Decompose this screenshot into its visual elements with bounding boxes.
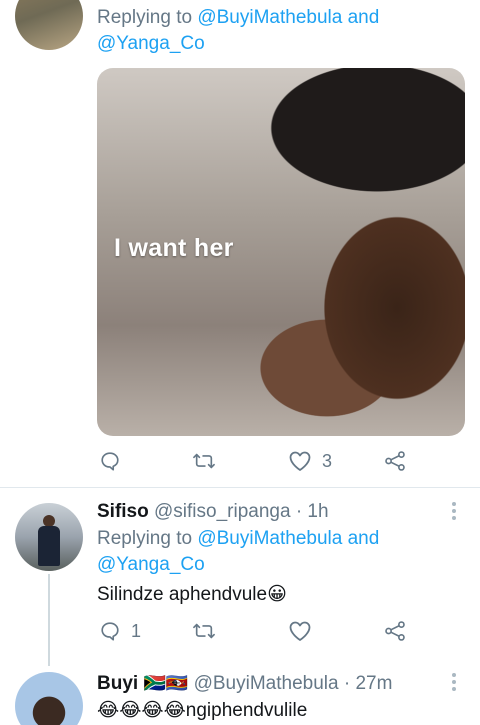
reply-count: 1 [131,620,142,641]
mention-link[interactable]: @Yanga_Co [97,31,205,57]
display-name[interactable]: Sifiso [97,501,149,522]
share-icon [385,451,405,471]
reply-button[interactable]: 1 [99,620,141,642]
divider [0,487,480,488]
mention-link[interactable]: @Yanga_Co [97,552,205,578]
reply-button[interactable] [99,450,121,472]
heart-icon [289,621,311,641]
tweet-header: Buyi 🇿🇦🇸🇿 @BuyiMathebula · 27m [97,671,392,697]
reply-icon [101,622,119,641]
display-name[interactable]: Buyi [97,673,138,694]
share-icon [385,621,405,641]
retweet-icon [193,623,215,639]
retweet-button[interactable] [192,450,216,472]
tweet-text: 😂😂😂😂ngiphendvulile [97,700,308,721]
replying-to-line: Replying to @BuyiMathebula and [97,526,379,552]
like-count: 3 [322,450,333,471]
tweet-timestamp[interactable]: · 1h [296,501,329,522]
name-flags: 🇿🇦🇸🇿 [143,673,189,694]
tweet-timestamp[interactable]: · 27m [344,673,393,694]
and-label: and [347,528,380,549]
share-button[interactable] [384,620,406,642]
thread-connector [48,574,50,666]
replying-to-line: Replying to @BuyiMathebula and [97,5,379,31]
user-handle[interactable]: @BuyiMathebula [194,673,339,694]
retweet-button[interactable] [192,620,216,642]
replying-label: Replying to [97,528,193,549]
reply-icon [101,452,119,471]
mention-link[interactable]: @BuyiMathebula [197,528,342,549]
share-button[interactable] [384,450,406,472]
like-button[interactable]: 3 [288,450,332,472]
and-label: and [347,7,380,28]
tweet-text: Silindze aphendvule😀 [97,584,287,605]
tweet-media-image[interactable]: I want her [97,68,465,436]
more-vertical-icon[interactable] [451,502,457,522]
tweet-header: Sifiso @sifiso_ripanga · 1h [97,499,329,525]
media-caption: I want her [114,234,234,262]
retweet-icon [193,453,215,469]
like-button[interactable] [288,620,312,642]
user-handle[interactable]: @sifiso_ripanga [154,501,291,522]
mention-link[interactable]: @BuyiMathebula [197,7,342,28]
avatar[interactable] [15,0,83,50]
replying-label: Replying to [97,7,193,28]
heart-icon [289,451,311,471]
avatar[interactable] [15,503,83,571]
more-vertical-icon[interactable] [451,673,457,693]
avatar[interactable] [15,672,83,725]
